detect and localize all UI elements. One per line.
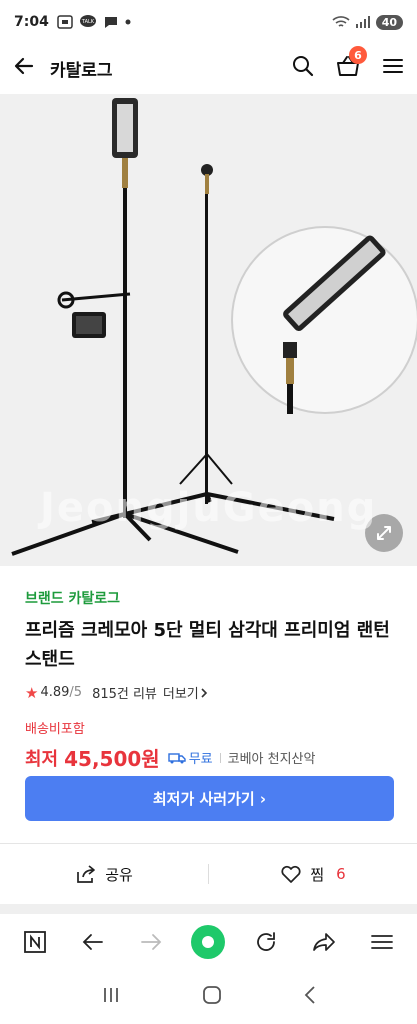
status-right: 40 bbox=[332, 14, 403, 30]
talk-icon: TALK bbox=[79, 15, 96, 27]
buy-lowest-price-button[interactable]: 최저가 사러가기 › bbox=[25, 776, 394, 821]
browser-toolbar bbox=[0, 914, 417, 970]
expand-icon bbox=[377, 526, 391, 540]
refresh-icon[interactable] bbox=[246, 922, 286, 962]
share-arrow-icon[interactable] bbox=[304, 922, 344, 962]
app-bar: 카탈로그 6 bbox=[0, 44, 417, 92]
dot-icon bbox=[125, 19, 131, 25]
shipping-fee: 무료 bbox=[188, 752, 213, 767]
product-name: 프리즘 크레모아 5단 멀티 삼각대 프리미엄 랜턴스탠드 bbox=[25, 620, 390, 670]
notification-icons: TALK bbox=[57, 15, 131, 29]
status-bar: 7:04 TALK 40 bbox=[0, 0, 417, 44]
shipping-included-label: 배송비포함 bbox=[25, 722, 85, 737]
browser-home-button[interactable] bbox=[188, 922, 228, 962]
price-prefix: 최저 bbox=[25, 748, 59, 770]
heart-icon bbox=[281, 865, 301, 883]
image-watermark: JeongjuGeong bbox=[40, 485, 378, 531]
system-back-icon[interactable] bbox=[303, 985, 317, 1009]
rating-value: 4.89 bbox=[40, 685, 70, 700]
svg-text:TALK: TALK bbox=[81, 19, 95, 25]
cart-count-badge: 6 bbox=[349, 46, 367, 64]
search-icon[interactable] bbox=[291, 54, 315, 82]
cart-button[interactable]: 6 bbox=[335, 46, 367, 82]
seller-name[interactable]: 코베아 천지산악 bbox=[228, 748, 316, 767]
star-icon: ★ bbox=[25, 683, 39, 702]
wish-label: 찜 bbox=[310, 865, 325, 884]
share-label: 공유 bbox=[105, 865, 133, 884]
brand-catalog-link[interactable]: 브랜드 카탈로그 bbox=[25, 588, 395, 608]
back-arrow-icon[interactable] bbox=[73, 922, 113, 962]
back-arrow-icon[interactable] bbox=[12, 54, 36, 82]
system-navigation bbox=[0, 970, 417, 1024]
recent-apps-icon[interactable] bbox=[101, 986, 121, 1008]
screen-record-icon bbox=[57, 15, 73, 29]
review-more-label: 더보기 bbox=[162, 687, 199, 702]
naver-n-icon[interactable] bbox=[15, 922, 55, 962]
menu-icon[interactable] bbox=[381, 54, 405, 82]
page-title: 카탈로그 bbox=[50, 60, 113, 81]
browser-menu-icon[interactable] bbox=[362, 922, 402, 962]
chat-bubble-icon bbox=[104, 17, 117, 28]
forward-arrow-icon[interactable] bbox=[131, 922, 171, 962]
rating-max: /5 bbox=[69, 685, 83, 700]
home-icon[interactable] bbox=[202, 985, 222, 1009]
product-info: 브랜드 카탈로그 프리즘 크레모아 5단 멀티 삼각대 프리미엄 랜턴스탠드 ★… bbox=[25, 588, 395, 772]
section-gap bbox=[0, 904, 417, 914]
signal-icon bbox=[355, 16, 370, 28]
wish-button[interactable]: 찜 6 bbox=[209, 864, 417, 885]
chevron-right-icon bbox=[201, 687, 207, 698]
price-row: 최저 45,500원 무료 코베아 천지산악 bbox=[25, 743, 395, 772]
share-button[interactable]: 공유 bbox=[0, 864, 208, 885]
truck-icon bbox=[168, 752, 186, 764]
wish-count: 6 bbox=[336, 865, 346, 883]
home-indicator-icon bbox=[191, 925, 226, 959]
share-icon bbox=[77, 865, 96, 883]
review-more-link[interactable]: 더보기 bbox=[163, 683, 209, 702]
status-time: 7:04 bbox=[14, 14, 49, 30]
battery-indicator: 40 bbox=[375, 14, 403, 30]
action-row: 공유 찜 6 bbox=[0, 844, 417, 904]
rating-row: ★ 4.89 /5 815건 리뷰 더보기 bbox=[25, 683, 395, 702]
separator bbox=[219, 752, 221, 763]
lowest-price: 45,500원 bbox=[64, 747, 160, 771]
review-count[interactable]: 815건 리뷰 bbox=[92, 683, 157, 702]
wifi-icon bbox=[332, 16, 350, 27]
